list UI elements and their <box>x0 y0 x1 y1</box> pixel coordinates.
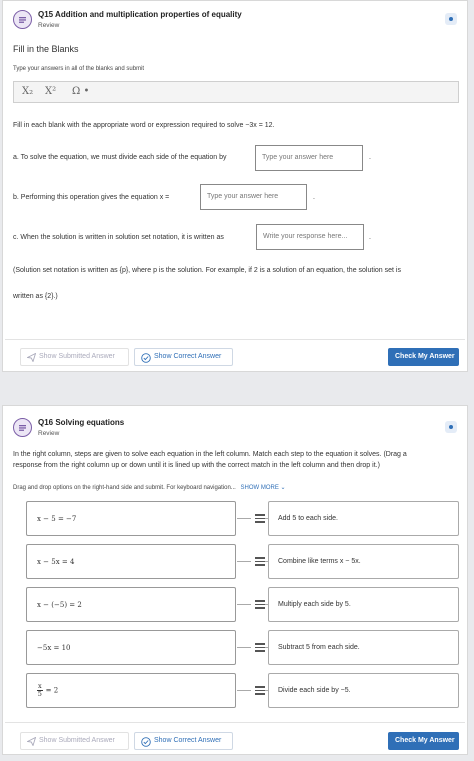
answer-c-input[interactable]: Write your response here... <box>256 224 364 250</box>
connector <box>237 518 251 519</box>
question-list-icon <box>13 418 32 437</box>
drag-note: Drag and drop options on the right-hand … <box>13 484 286 491</box>
show-correct-answer-button[interactable]: Show Correct Answer <box>134 732 233 750</box>
show-submitted-answer-label: Show Submitted Answer <box>39 737 115 744</box>
pin-icon[interactable] <box>445 421 457 433</box>
fraction: x5 <box>37 683 43 698</box>
send-icon <box>27 737 36 746</box>
divider <box>5 722 465 723</box>
equation-text: x − 5 = −7 <box>37 515 77 523</box>
special-characters-button[interactable]: Ω • <box>72 86 89 97</box>
question-title: Q16 Solving equations <box>38 418 125 427</box>
connector <box>237 604 251 605</box>
drag-note-text: Drag and drop options on the right-hand … <box>13 485 236 491</box>
part-a-text: a. To solve the equation, we must divide… <box>13 154 227 161</box>
right-step-3[interactable]: Multiply each side by 5. <box>268 587 459 622</box>
left-equation-1: x − 5 = −7 <box>26 501 236 536</box>
fraction-denominator: 5 <box>37 690 42 698</box>
step-text: Divide each side by −5. <box>278 687 351 694</box>
note-text-continued: written as {2}.) <box>13 293 58 300</box>
left-equation-2: x − 5x = 4 <box>26 544 236 579</box>
right-step-2[interactable]: Combine like terms x − 5x. <box>268 544 459 579</box>
prompt-text: Fill in each blank with the appropriate … <box>13 122 275 129</box>
check-my-answer-button[interactable]: Check My Answer <box>388 348 459 366</box>
subscript-button[interactable]: X₂ <box>22 86 33 97</box>
answer-a-input[interactable]: Type your answer here <box>255 145 363 171</box>
left-equation-4: −5x = 10 <box>26 630 236 665</box>
question-card-q16: Q16 Solving equations Review In the righ… <box>2 405 468 755</box>
connector <box>237 690 251 691</box>
step-text: Combine like terms x − 5x. <box>278 558 361 565</box>
part-c-text: c. When the solution is written in solut… <box>13 234 224 241</box>
step-text: Subtract 5 from each side. <box>278 644 360 651</box>
equation-rest: = 2 <box>45 686 59 695</box>
instructions-text: Type your answers in all of the blanks a… <box>13 66 145 72</box>
period-c: . <box>369 234 371 241</box>
question-subtitle: Review <box>38 430 60 437</box>
check-my-answer-button[interactable]: Check My Answer <box>388 732 459 750</box>
show-correct-answer-button[interactable]: Show Correct Answer <box>134 348 233 366</box>
part-b-text: b. Performing this operation gives the e… <box>13 194 170 201</box>
question-subtitle: Review <box>38 22 60 29</box>
right-step-5[interactable]: Divide each side by −5. <box>268 673 459 708</box>
show-correct-answer-label: Show Correct Answer <box>154 737 222 744</box>
question-header: Q15 Addition and multiplication properti… <box>13 8 459 36</box>
pin-icon[interactable] <box>445 13 457 25</box>
equation-text: x − 5x = 4 <box>37 558 75 566</box>
left-equation-5: x 5 = 2 <box>26 673 236 708</box>
chevron-down-icon[interactable]: ⌄ <box>281 485 286 491</box>
period-b: . <box>313 194 315 201</box>
math-toolbar: X₂ X² Ω • <box>13 81 459 103</box>
connector <box>237 561 251 562</box>
connector <box>237 647 251 648</box>
show-correct-answer-label: Show Correct Answer <box>154 353 222 360</box>
step-text: Add 5 to each side. <box>278 515 338 522</box>
equation-text: −5x = 10 <box>37 644 71 652</box>
show-more-link[interactable]: SHOW MORE <box>240 485 278 491</box>
answer-b-input[interactable]: Type your answer here <box>200 184 307 210</box>
divider <box>5 339 465 340</box>
check-circle-icon <box>141 353 151 363</box>
show-submitted-answer-button[interactable]: Show Submitted Answer <box>20 348 129 366</box>
instructions-line-2: response from the right column up or dow… <box>13 462 380 469</box>
send-icon <box>27 353 36 362</box>
show-submitted-answer-button[interactable]: Show Submitted Answer <box>20 732 129 750</box>
equation-text: x 5 = 2 <box>37 683 58 698</box>
section-heading: Fill in the Blanks <box>13 44 79 54</box>
question-card-q15: Q15 Addition and multiplication properti… <box>2 0 468 372</box>
right-step-4[interactable]: Subtract 5 from each side. <box>268 630 459 665</box>
period-a: . <box>369 154 371 161</box>
note-text: (Solution set notation is written as {p}… <box>13 267 401 274</box>
show-submitted-answer-label: Show Submitted Answer <box>39 353 115 360</box>
question-list-icon <box>13 10 32 29</box>
question-title: Q15 Addition and multiplication properti… <box>38 10 242 19</box>
right-step-1[interactable]: Add 5 to each side. <box>268 501 459 536</box>
equation-text: x − (−5) = 2 <box>37 601 82 609</box>
superscript-button[interactable]: X² <box>45 86 56 97</box>
question-header: Q16 Solving equations Review <box>13 416 459 444</box>
instructions-line-1: In the right column, steps are given to … <box>13 451 407 458</box>
check-circle-icon <box>141 737 151 747</box>
step-text: Multiply each side by 5. <box>278 601 351 608</box>
left-equation-3: x − (−5) = 2 <box>26 587 236 622</box>
